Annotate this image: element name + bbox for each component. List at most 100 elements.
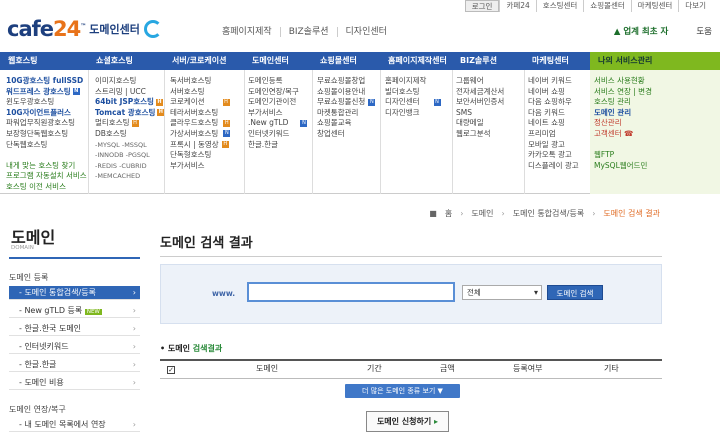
top-nav-homepage[interactable]: 홈페이지제작: [214, 27, 280, 37]
menu-link[interactable]: MySQL웹어드민: [594, 161, 720, 172]
menu-link[interactable]: 디자인센터 N: [385, 97, 441, 108]
sidebar-item-search-register[interactable]: - 도메인 통합검색/등록: [9, 286, 140, 300]
breadcrumb-domain[interactable]: 도메인: [471, 208, 493, 219]
util-link-shop[interactable]: 쇼핑몰센터: [583, 0, 631, 12]
menu-link[interactable]: 보안서버인증서: [456, 97, 504, 108]
menu-link[interactable]: 도메인기관이전: [248, 97, 307, 108]
menu-link[interactable]: 프리미엄: [528, 129, 579, 140]
menu-link[interactable]: 무료쇼핑몰신청 N: [317, 97, 376, 108]
menu-biz[interactable]: BIZ솔루션: [452, 52, 524, 70]
menu-link[interactable]: 내게 맞는 호스팅 찾기: [6, 161, 87, 172]
top-nav-design[interactable]: 디자인센터: [336, 27, 395, 37]
menu-link[interactable]: 다음 키워드: [528, 108, 579, 119]
menu-link[interactable]: 단독형호스팅: [170, 150, 230, 161]
menu-link[interactable]: 전자세금계산서: [456, 87, 504, 98]
menu-link[interactable]: 도메인연장/복구: [248, 87, 307, 98]
menu-link[interactable]: 호스팅 이전 서비스: [6, 182, 87, 193]
menu-link[interactable]: 멀티호스팅 H: [95, 118, 164, 129]
menu-link[interactable]: 한글.한글: [248, 140, 307, 151]
menu-link[interactable]: 10G광호스팅 fullSSD: [6, 76, 87, 87]
biz-promo-link[interactable]: ▲ 업계 최초 자: [614, 25, 669, 37]
sidebar-item-keyword[interactable]: - 인터넷키워드: [9, 340, 140, 354]
menu-domain[interactable]: 도메인센터: [244, 52, 312, 70]
home-icon[interactable]: ■: [429, 209, 437, 218]
menu-link[interactable]: 스트리밍 | UCC: [95, 87, 164, 98]
menu-link[interactable]: -MYSQL -MSSQL: [95, 140, 164, 151]
menu-link[interactable]: 빌더호스팅: [385, 87, 441, 98]
breadcrumb-home[interactable]: 홈: [445, 208, 452, 219]
domain-search-input[interactable]: [247, 282, 455, 302]
menu-homepage[interactable]: 홈페이지제작센터: [380, 52, 452, 70]
menu-link[interactable]: SMS: [456, 108, 504, 119]
menu-link[interactable]: 프록시 | 동영상 H: [170, 140, 230, 151]
menu-link[interactable]: 웹로그분석: [456, 129, 504, 140]
menu-marketing[interactable]: 마케팅센터: [524, 52, 590, 70]
menu-link[interactable]: 마켓통합관리: [317, 108, 375, 119]
menu-link[interactable]: 워드프레스 광호스팅 N: [6, 87, 87, 98]
menu-link[interactable]: 독서버호스팅: [170, 76, 230, 87]
sidebar-item-renew-list[interactable]: - 내 도메인 목록에서 연장: [9, 418, 140, 432]
breadcrumb-mid[interactable]: 도메인 통합검색/등록: [513, 208, 584, 219]
menu-link[interactable]: 파워업무직원광호스팅: [6, 118, 87, 129]
menu-link[interactable]: 64bit JSP호스팅 H: [95, 97, 164, 108]
sidebar-item-korean[interactable]: - 한글.한국 도메인: [9, 322, 140, 336]
util-link-more[interactable]: 다보기: [678, 0, 712, 12]
menu-link[interactable]: 카카오톡 광고: [528, 150, 579, 161]
menu-link[interactable]: .New gTLD N: [248, 118, 308, 129]
menu-link[interactable]: 테라서버호스팅: [170, 108, 230, 119]
menu-link[interactable]: 인터넷키워드: [248, 129, 307, 140]
menu-link[interactable]: 디자인뱅크: [385, 108, 441, 119]
menu-my-service[interactable]: 나의 서비스관리: [590, 52, 720, 70]
menu-link[interactable]: 네이버 쇼핑: [528, 87, 579, 98]
menu-link[interactable]: 네이버 키워드: [528, 76, 579, 87]
menu-link[interactable]: 가상서버호스팅 N: [170, 129, 231, 140]
logo[interactable]: cafe24™ 도메인센터: [7, 16, 162, 42]
menu-link[interactable]: 고객센터 ☎: [594, 129, 720, 140]
menu-link[interactable]: 단독웹호스팅: [6, 140, 87, 151]
menu-link[interactable]: 도메인등록: [248, 76, 307, 87]
menu-link[interactable]: 창업센터: [317, 129, 375, 140]
menu-link[interactable]: 대량메일: [456, 118, 504, 129]
menu-link[interactable]: 부가서비스: [170, 161, 230, 172]
apply-domain-button[interactable]: 도메인 신청하기 ▸: [366, 411, 449, 432]
menu-link[interactable]: -REDIS -CUBRID: [95, 161, 164, 172]
menu-link[interactable]: 서비스 사용현황: [594, 76, 720, 87]
menu-link[interactable]: 쇼핑몰이용안내: [317, 87, 375, 98]
menu-link[interactable]: 호스팅 관리: [594, 97, 720, 108]
menu-link[interactable]: 프로그램 자동설치 서비스: [6, 171, 87, 182]
sidebar-item-hangul[interactable]: - 한글.한글: [9, 358, 140, 372]
menu-link[interactable]: 윈도우광호스팅: [6, 97, 87, 108]
menu-link[interactable]: 정산관리: [594, 118, 720, 129]
menu-link[interactable]: 다음 쇼핑하우: [528, 97, 579, 108]
menu-link[interactable]: 그룹웨어: [456, 76, 504, 87]
menu-link[interactable]: 클라우드호스팅 H: [170, 118, 231, 129]
menu-link[interactable]: Tomcat 광호스팅 H: [95, 108, 165, 119]
menu-link[interactable]: 서비스 연장 | 변경: [594, 87, 720, 98]
sidebar-item-gtld[interactable]: - New gTLD 등록 NEW: [9, 304, 140, 318]
domain-search-button[interactable]: 도메인 검색: [547, 285, 603, 300]
help-link[interactable]: 도움: [696, 25, 712, 37]
menu-link[interactable]: -INNODB -PGSQL: [95, 150, 164, 161]
sidebar-item-cost[interactable]: - 도메인 비용: [9, 376, 140, 390]
tld-select[interactable]: 전체: [462, 285, 542, 300]
menu-social-hosting[interactable]: 쇼셜호스팅: [88, 52, 164, 70]
util-link-marketing[interactable]: 마케팅센터: [630, 0, 679, 12]
menu-link[interactable]: 디스플레이 광고: [528, 161, 579, 172]
menu-link[interactable]: 보장형단독웹호스팅: [6, 129, 87, 140]
menu-link[interactable]: 코로케이션 H: [170, 97, 230, 108]
menu-link[interactable]: 도메인 관리: [594, 108, 720, 119]
login-link[interactable]: 로그인: [464, 0, 500, 12]
util-link-hosting[interactable]: 호스팅센터: [535, 0, 584, 12]
menu-link[interactable]: 서버호스팅: [170, 87, 230, 98]
menu-link[interactable]: 웹FTP: [594, 150, 720, 161]
menu-web-hosting[interactable]: 웹호스팅: [0, 52, 88, 70]
menu-link[interactable]: DB호스팅: [95, 129, 164, 140]
menu-link[interactable]: -MEMCACHED: [95, 171, 164, 182]
select-all-checkbox[interactable]: ✓: [167, 366, 175, 374]
menu-link[interactable]: 모바일 광고: [528, 140, 579, 151]
menu-link[interactable]: 10G자이언트플러스: [6, 108, 87, 119]
top-nav-biz[interactable]: BIZ솔루션: [279, 27, 337, 37]
menu-server[interactable]: 서버/코로케이션: [164, 52, 244, 70]
menu-link[interactable]: 홈페이지제작: [385, 76, 441, 87]
util-link-cafe24[interactable]: 카페24: [499, 0, 535, 12]
